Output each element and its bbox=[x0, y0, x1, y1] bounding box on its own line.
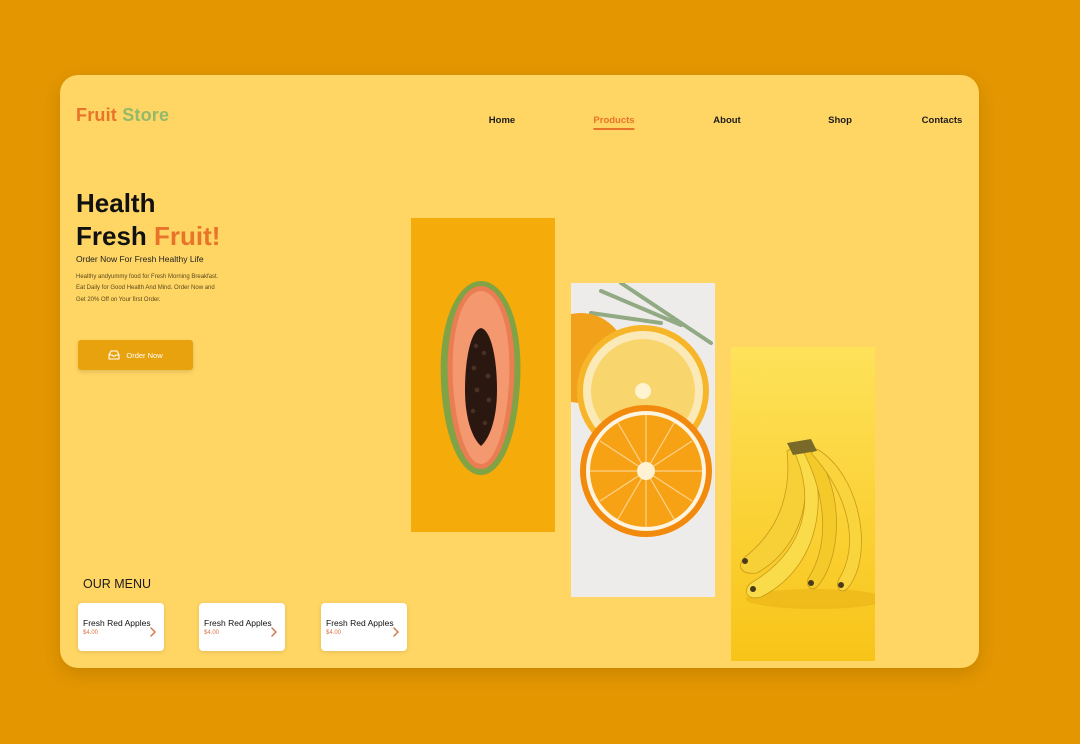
chevron-right-icon[interactable] bbox=[393, 627, 399, 637]
hero-title-fresh: Fresh bbox=[76, 221, 147, 251]
menu-card[interactable]: Fresh Red Apples $4.00 bbox=[78, 603, 164, 651]
hero-title-fruit: Fruit! bbox=[154, 221, 221, 251]
papaya-photo bbox=[411, 218, 555, 532]
nav-products[interactable]: Products bbox=[593, 115, 634, 130]
menu-item-price: $4.00 bbox=[326, 630, 342, 636]
orange-photo bbox=[571, 283, 715, 597]
menu-item-name: Fresh Red Apples bbox=[204, 618, 272, 628]
hero-description: Healthy andyummy food for Fresh Morning … bbox=[76, 274, 219, 303]
menu-item-price: $4.00 bbox=[83, 630, 99, 636]
order-now-label: Order Now bbox=[126, 350, 163, 360]
nav-home[interactable]: Home bbox=[489, 115, 515, 126]
hero-title-line2: Fresh Fruit! bbox=[76, 220, 220, 253]
banana-illustration bbox=[731, 347, 875, 661]
papaya-illustration bbox=[411, 218, 555, 532]
chevron-right-icon[interactable] bbox=[271, 627, 277, 637]
menu-item-price: $4.00 bbox=[204, 630, 220, 636]
orange-illustration bbox=[571, 283, 715, 597]
banana-photo bbox=[731, 347, 875, 661]
hero-tagline: Order Now For Fresh Healthy Life bbox=[76, 254, 204, 264]
menu-card[interactable]: Fresh Red Apples $4.00 bbox=[199, 603, 285, 651]
nav-bar: Home Products About Shop Contacts bbox=[60, 115, 979, 135]
inbox-icon bbox=[108, 350, 120, 360]
hero-title: Health Fresh Fruit! bbox=[76, 187, 220, 253]
menu-card[interactable]: Fresh Red Apples $4.00 bbox=[321, 603, 407, 651]
menu-title: OUR MENU bbox=[83, 577, 152, 591]
chevron-right-icon[interactable] bbox=[150, 627, 156, 637]
nav-shop[interactable]: Shop bbox=[828, 115, 852, 126]
main-card: Fruit Store Home Products About Shop Con… bbox=[60, 75, 979, 668]
hero-title-line1: Health bbox=[76, 188, 156, 218]
order-now-button[interactable]: Order Now bbox=[78, 340, 193, 370]
nav-contacts[interactable]: Contacts bbox=[922, 115, 963, 126]
menu-item-name: Fresh Red Apples bbox=[83, 618, 151, 628]
nav-about[interactable]: About bbox=[713, 115, 740, 126]
menu-item-name: Fresh Red Apples bbox=[326, 618, 394, 628]
